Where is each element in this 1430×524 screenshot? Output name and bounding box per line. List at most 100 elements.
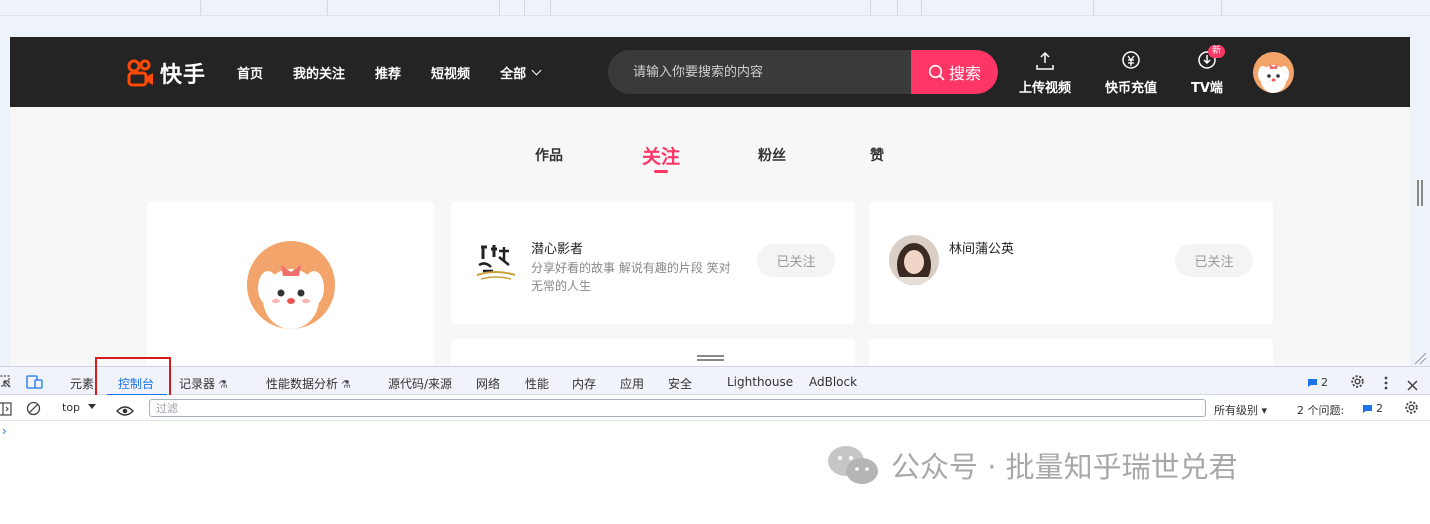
tv-client-button[interactable]: 新 TV端	[1191, 45, 1225, 96]
browser-top-strip	[0, 0, 1430, 16]
nav-item-recommend[interactable]: 推荐	[375, 63, 401, 82]
clear-console-icon[interactable]	[26, 401, 41, 420]
devtools-tab-performance-insights[interactable]: 性能数据分析 ⚗	[266, 375, 351, 392]
tv-download-icon: 新	[1196, 45, 1225, 72]
user-avatar[interactable]	[1253, 52, 1294, 93]
followed-button[interactable]: 已关注	[1175, 244, 1253, 277]
devtools-tab-memory[interactable]: 内存	[572, 375, 596, 392]
profile-avatar[interactable]	[247, 241, 335, 329]
follow-name[interactable]: 潜心影者	[531, 238, 583, 257]
wechat-logo-icon	[826, 443, 881, 487]
live-expression-eye-icon[interactable]	[116, 402, 134, 421]
log-levels-label: 所有级别	[1214, 404, 1258, 417]
inspect-element-icon[interactable]	[0, 374, 12, 393]
devtools-tab-adblock[interactable]: AdBlock	[809, 375, 857, 389]
console-prompt-chevron[interactable]: ›	[2, 424, 7, 438]
follow-description: 分享好看的故事 解说有趣的片段 笑对无常的人生	[531, 261, 731, 293]
followed-button[interactable]: 已关注	[757, 244, 835, 277]
device-toolbar-icon[interactable]	[26, 374, 43, 393]
console-settings-gear-icon[interactable]	[1404, 400, 1419, 419]
follow-card[interactable]: 潜心影者 分享好看的故事 解说有趣的片段 笑对无常的人生 已关注	[451, 202, 855, 324]
message-icon	[1363, 404, 1372, 413]
site-logo[interactable]: 快手	[126, 57, 206, 89]
context-caret-icon	[88, 404, 96, 409]
watermark-text: 公众号 · 批量知乎瑞世兑君	[891, 450, 1238, 484]
strip-divider	[897, 0, 898, 15]
strip-divider	[1221, 0, 1222, 15]
follow-name[interactable]: 林间蒲公英	[949, 238, 1014, 257]
upload-icon	[1034, 50, 1056, 72]
issues-label: 2 个问题:	[1297, 404, 1345, 417]
search-icon	[928, 64, 945, 80]
devtools-tab-lighthouse[interactable]: Lighthouse	[727, 375, 793, 389]
devtools-tab-network[interactable]: 网络	[476, 375, 500, 392]
search-button-label: 搜索	[948, 64, 981, 83]
strip-divider	[327, 0, 328, 15]
close-icon[interactable]	[1407, 376, 1418, 395]
log-levels-dropdown[interactable]: 所有级别 ▾	[1214, 402, 1267, 418]
search-button[interactable]: 搜索	[911, 50, 998, 94]
search-bar: 搜索	[608, 50, 998, 94]
follow-card-partial	[451, 339, 855, 366]
strip-divider	[550, 0, 551, 15]
devtools-tab-performance[interactable]: 性能	[525, 375, 549, 392]
devtools-tab-application[interactable]: 应用	[620, 375, 644, 392]
tab-fans[interactable]: 粉丝	[758, 145, 786, 165]
devtools-tab-recorder-label: 记录器	[179, 377, 216, 391]
nav-item-all-label: 全部	[500, 67, 527, 82]
issues-counter[interactable]: 2	[1362, 402, 1383, 415]
new-badge: 新	[1207, 45, 1225, 58]
sidebar-toggle-icon[interactable]	[0, 401, 12, 420]
follow-avatar[interactable]	[889, 235, 939, 285]
messages-counter[interactable]: 2	[1307, 376, 1328, 389]
tab-works[interactable]: 作品	[535, 145, 563, 165]
upload-video-label: 上传视频	[1019, 81, 1072, 96]
strip-divider	[524, 0, 525, 15]
strip-divider	[870, 0, 871, 15]
profile-card	[147, 202, 434, 366]
strip-divider	[921, 0, 922, 15]
console-filter-input[interactable]	[149, 399, 1206, 417]
devtools-tab-recorder[interactable]: 记录器 ⚗	[179, 375, 228, 392]
devtools-tab-security[interactable]: 安全	[668, 375, 692, 392]
recharge-label: 快币充值	[1105, 81, 1158, 96]
more-options-icon[interactable]	[1384, 375, 1388, 394]
messages-count: 2	[1321, 376, 1328, 389]
dropdown-caret-icon: ▾	[1258, 404, 1268, 417]
follow-avatar[interactable]	[471, 235, 521, 285]
issues-count: 2	[1376, 402, 1383, 415]
search-input[interactable]	[608, 50, 911, 94]
main-nav: 首页 我的关注 推荐 短视频 全部	[237, 63, 570, 82]
console-toolbar: top 所有级别 ▾ 2 个问题: 2	[0, 395, 1430, 421]
watermark: 公众号 · 批量知乎瑞世兑君	[826, 443, 1238, 487]
settings-gear-icon[interactable]	[1350, 374, 1365, 393]
nav-item-short-video[interactable]: 短视频	[431, 63, 470, 82]
logo-text: 快手	[160, 63, 207, 88]
follow-card[interactable]: 林间蒲公英 已关注	[869, 202, 1273, 324]
devtools-tab-performance-insights-label: 性能数据分析	[266, 377, 339, 391]
devtools-resize-handle[interactable]	[697, 355, 724, 361]
devtools-tab-elements[interactable]: 元素	[70, 375, 94, 392]
nav-item-all[interactable]: 全部	[500, 63, 542, 82]
context-selector[interactable]: top	[62, 401, 80, 414]
kuaishou-logo-icon	[126, 58, 156, 88]
strip-divider	[200, 0, 201, 15]
tv-client-label: TV端	[1191, 81, 1223, 96]
follow-card-partial	[869, 339, 1273, 366]
page-viewport: 快手 首页 我的关注 推荐 短视频 全部 搜索	[10, 37, 1410, 366]
recharge-button[interactable]: 快币充值	[1105, 50, 1157, 96]
nav-item-following[interactable]: 我的关注	[293, 63, 345, 82]
profile-tabs: 作品 关注 粉丝 赞	[10, 145, 1410, 175]
experiment-flask-icon: ⚗	[341, 378, 351, 391]
message-icon	[1308, 378, 1317, 387]
upload-video-button[interactable]: 上传视频	[1019, 50, 1071, 96]
tab-likes[interactable]: 赞	[870, 145, 884, 165]
coin-icon	[1120, 50, 1142, 72]
window-resize-grip[interactable]	[1413, 350, 1427, 365]
nav-item-home[interactable]: 首页	[237, 63, 263, 82]
experiment-flask-icon: ⚗	[218, 378, 228, 391]
site-header: 快手 首页 我的关注 推荐 短视频 全部 搜索	[10, 37, 1410, 107]
devtools-tab-sources[interactable]: 源代码/来源	[388, 375, 452, 392]
tab-following[interactable]: 关注	[642, 142, 680, 173]
side-resize-handle[interactable]	[1417, 180, 1423, 206]
